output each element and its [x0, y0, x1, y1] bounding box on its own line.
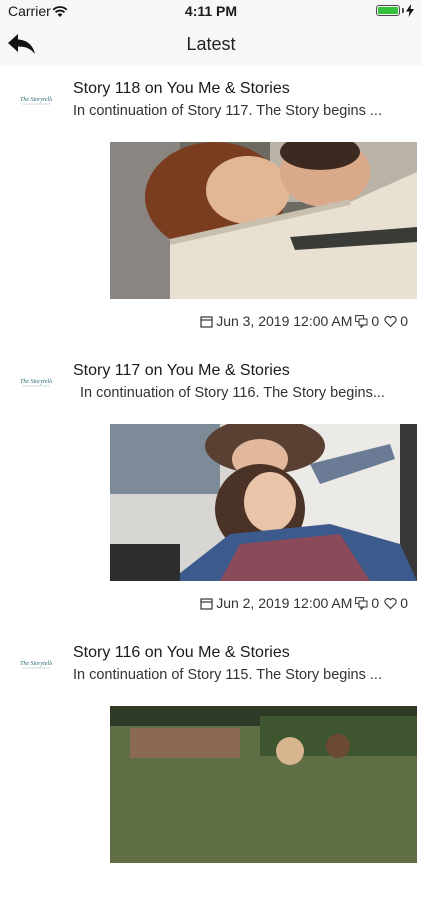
- storyteller-logo: The Storyteller: [20, 97, 52, 105]
- calendar-icon: [200, 315, 213, 328]
- story-excerpt: In continuation of Story 117. The Story …: [73, 103, 382, 119]
- storyteller-logo: The Storyteller: [20, 661, 52, 669]
- story-excerpt: In continuation of Story 115. The Story …: [73, 667, 382, 683]
- like-count: 0: [400, 595, 408, 611]
- navigation-bar: Latest: [0, 22, 422, 66]
- story-image[interactable]: [110, 706, 417, 863]
- story-date: Jun 3, 2019 12:00 AM: [216, 313, 353, 329]
- heart-icon[interactable]: [384, 597, 397, 610]
- list-item[interactable]: The Storyteller Story 117 on You Me & St…: [0, 348, 422, 630]
- story-excerpt: In continuation of Story 116. The Story …: [80, 385, 385, 401]
- story-feed[interactable]: The Storyteller Story 118 on You Me & St…: [0, 66, 422, 912]
- page-title: Latest: [186, 34, 236, 54]
- clock: 4:11 PM: [184, 3, 238, 19]
- svg-text:The Storyteller: The Storyteller: [20, 97, 52, 103]
- like-count: 0: [400, 313, 408, 329]
- comment-count: 0: [371, 595, 380, 611]
- storyteller-logo: The Storyteller: [20, 379, 52, 387]
- charging-icon: [406, 4, 414, 17]
- list-item[interactable]: The Storyteller Story 118 on You Me & St…: [0, 66, 422, 348]
- story-date: Jun 2, 2019 12:00 AM: [216, 595, 353, 611]
- story-image[interactable]: [110, 142, 417, 299]
- list-item[interactable]: The Storyteller Story 116 on You Me & St…: [0, 630, 422, 912]
- calendar-icon: [200, 597, 213, 610]
- comments-icon[interactable]: [355, 596, 368, 610]
- story-title[interactable]: Story 118 on You Me & Stories: [73, 80, 290, 98]
- story-title[interactable]: Story 117 on You Me & Stories: [73, 362, 290, 380]
- story-title[interactable]: Story 116 on You Me & Stories: [73, 644, 290, 662]
- story-meta: Jun 2, 2019 12:00 AM 0 0: [200, 594, 408, 612]
- story-image[interactable]: [110, 424, 417, 581]
- comments-icon[interactable]: [355, 314, 368, 328]
- svg-text:The Storyteller: The Storyteller: [20, 379, 52, 385]
- story-meta: Jun 3, 2019 12:00 AM 0 0: [200, 312, 408, 330]
- svg-text:The Storyteller: The Storyteller: [20, 661, 52, 667]
- heart-icon[interactable]: [384, 315, 397, 328]
- battery-icon: [376, 5, 400, 16]
- comment-count: 0: [371, 313, 380, 329]
- status-bar: Carrier 4:11 PM: [0, 0, 422, 22]
